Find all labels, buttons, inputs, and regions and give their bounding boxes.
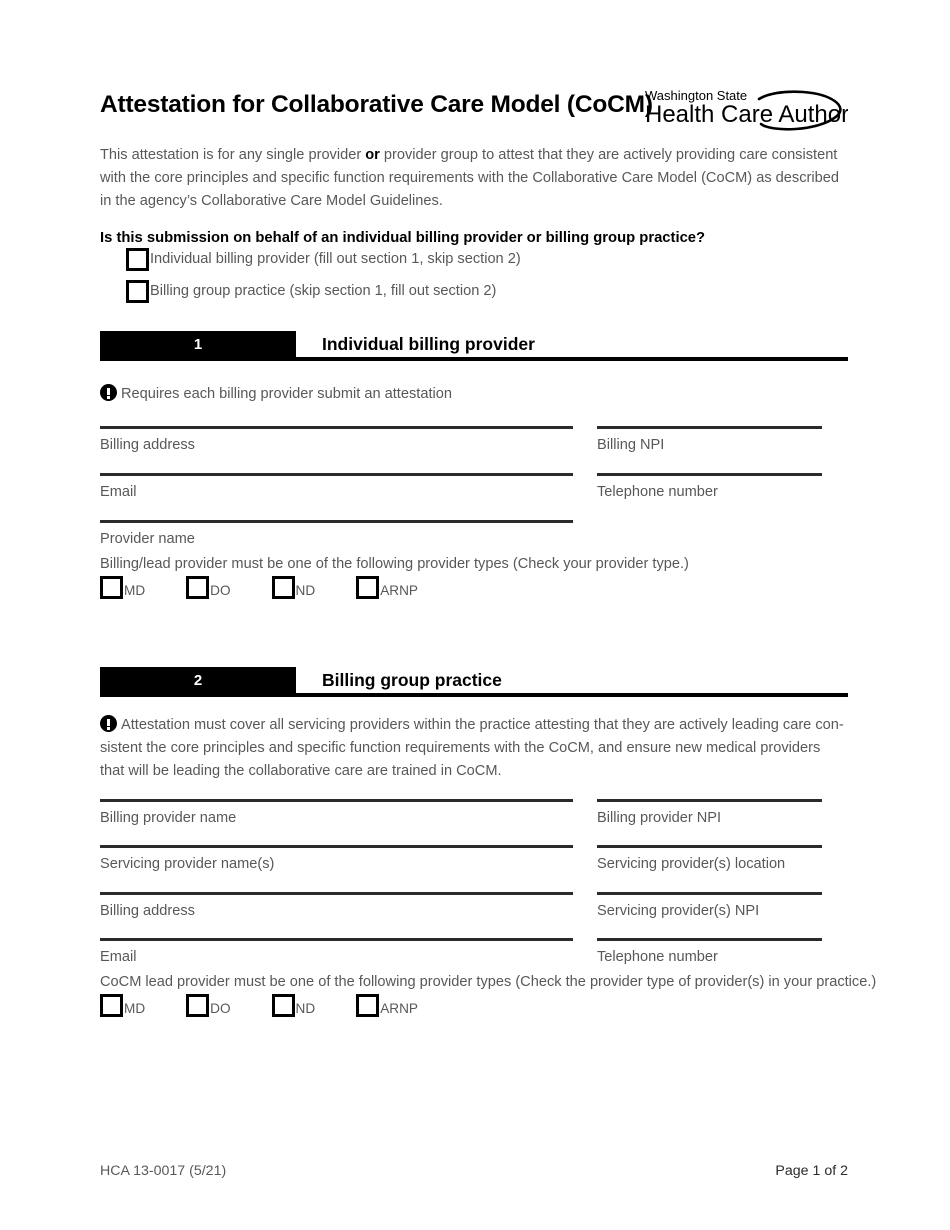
field-billing-npi[interactable]: Billing NPI <box>597 426 822 456</box>
svg-text:Health Care Authority: Health Care Authority <box>645 101 848 128</box>
intro-bold-or: or <box>365 147 380 163</box>
field-servicing-provider-location[interactable]: Servicing provider(s) location <box>597 845 822 875</box>
section-1-provider-type-checkboxes: MD DO ND ARNP <box>100 576 459 606</box>
field-email[interactable]: Email <box>100 473 573 503</box>
field-telephone-number-2[interactable]: Telephone number <box>597 938 822 968</box>
field-billing-address[interactable]: Billing address <box>100 426 573 456</box>
alert-icon <box>100 384 117 401</box>
form-number: HCA 13-0017 (5/21) <box>100 1163 227 1179</box>
checkbox-md[interactable] <box>100 994 123 1017</box>
provider-type-label: DO <box>210 583 231 598</box>
provider-type-label: DO <box>210 1001 231 1016</box>
field-label: Telephone number <box>597 483 718 500</box>
field-email-2[interactable]: Email <box>100 938 573 968</box>
washington-state-health-care-authority-logo: Washington State Health Care Authority <box>643 86 848 132</box>
provider-type-label: ARNP <box>380 583 418 598</box>
provider-type-nd-2[interactable]: ND <box>271 994 316 1024</box>
field-billing-address-2[interactable]: Billing address <box>100 892 573 922</box>
field-label: Email <box>100 948 137 965</box>
section-2-header: 2 Billing group practice <box>100 667 848 700</box>
intro-part-1: This attestation is for any single provi… <box>100 147 366 163</box>
section-1-provider-type-text: Billing/lead provider must be one of the… <box>100 556 689 572</box>
checkbox-individual-billing-provider[interactable] <box>126 248 149 271</box>
section-2-number: 2 <box>100 667 296 693</box>
field-label: Email <box>100 483 137 500</box>
section-1-note: Requires each billing provider submit an… <box>100 383 845 406</box>
provider-type-label: ARNP <box>380 1001 418 1016</box>
provider-type-arnp[interactable]: ARNP <box>356 576 418 606</box>
field-billing-provider-npi[interactable]: Billing provider NPI <box>597 799 822 829</box>
section-1-number: 1 <box>100 331 296 357</box>
field-label: Servicing provider name(s) <box>100 855 275 872</box>
checkbox-nd[interactable] <box>271 576 295 599</box>
submission-options: Individual billing provider (fill out se… <box>126 248 521 312</box>
section-1-header: 1 Individual billing provider <box>100 331 848 364</box>
checkbox-md[interactable] <box>100 576 123 599</box>
section-2-note-text: Attestation must cover all servicing pro… <box>100 717 844 779</box>
option-label: Billing group practice (skip section 1, … <box>150 283 497 299</box>
checkbox-billing-group-practice[interactable] <box>126 280 149 303</box>
provider-type-label: MD <box>124 1001 146 1016</box>
provider-type-md-2[interactable]: MD <box>100 994 145 1024</box>
field-label: Billing provider NPI <box>597 809 722 826</box>
checkbox-do[interactable] <box>186 994 210 1017</box>
field-servicing-provider-names[interactable]: Servicing provider name(s) <box>100 845 573 875</box>
section-2-rule <box>100 693 848 697</box>
document-header: Attestation for Collaborative Care Model… <box>100 88 848 134</box>
checkbox-nd[interactable] <box>271 994 295 1017</box>
document-footer: HCA 13-0017 (5/21) Page 1 of 2 <box>100 1163 848 1183</box>
section-1-title: Individual billing provider <box>322 333 535 354</box>
field-billing-provider-name[interactable]: Billing provider name <box>100 799 573 829</box>
option-individual-billing-provider[interactable]: Individual billing provider (fill out se… <box>126 248 521 275</box>
provider-type-nd[interactable]: ND <box>271 576 316 606</box>
section-1-note-text: Requires each billing provider submit an… <box>121 386 452 402</box>
field-label: Servicing provider(s) location <box>597 855 786 872</box>
checkbox-arnp[interactable] <box>356 576 380 599</box>
option-label: Individual billing provider (fill out se… <box>150 251 521 267</box>
alert-icon <box>100 715 117 732</box>
provider-type-md[interactable]: MD <box>100 576 145 606</box>
intro-paragraph: This attestation is for any single provi… <box>100 144 840 213</box>
field-label: Servicing provider(s) NPI <box>597 902 760 919</box>
field-label: Billing address <box>100 902 195 919</box>
field-label: Telephone number <box>597 948 718 965</box>
document-page: Attestation for Collaborative Care Model… <box>100 0 876 1230</box>
checkbox-do[interactable] <box>186 576 210 599</box>
field-servicing-provider-npi[interactable]: Servicing provider(s) NPI <box>597 892 822 922</box>
field-label: Billing NPI <box>597 436 665 453</box>
page-indicator: Page 1 of 2 <box>775 1163 848 1179</box>
field-label: Provider name <box>100 530 195 547</box>
field-label: Billing address <box>100 436 195 453</box>
section-2-note: Attestation must cover all servicing pro… <box>100 714 845 783</box>
checkbox-arnp[interactable] <box>356 994 380 1017</box>
option-billing-group-practice[interactable]: Billing group practice (skip section 1, … <box>126 280 521 307</box>
provider-type-label: ND <box>295 583 316 598</box>
section-2-provider-type-text: CoCM lead provider must be one of the fo… <box>100 974 877 990</box>
provider-type-do-2[interactable]: DO <box>186 994 231 1024</box>
section-1-rule <box>100 357 848 361</box>
provider-type-arnp-2[interactable]: ARNP <box>356 994 418 1024</box>
section-2-provider-type-checkboxes: MD DO ND ARNP <box>100 994 459 1024</box>
section-2-title: Billing group practice <box>322 669 502 690</box>
provider-type-label: MD <box>124 583 146 598</box>
provider-type-label: ND <box>295 1001 316 1016</box>
submission-question: Is this submission on behalf of an indiv… <box>100 230 706 246</box>
field-label: Billing provider name <box>100 809 237 826</box>
field-provider-name[interactable]: Provider name <box>100 520 573 550</box>
provider-type-do[interactable]: DO <box>186 576 231 606</box>
field-telephone-number[interactable]: Telephone number <box>597 473 822 503</box>
page-title: Attestation for Collaborative Care Model… <box>100 91 653 118</box>
